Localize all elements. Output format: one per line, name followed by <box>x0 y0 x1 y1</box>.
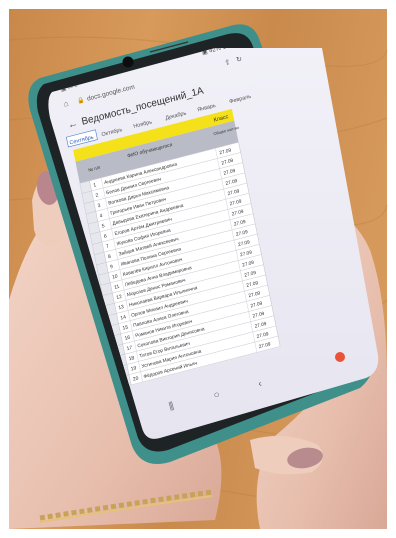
photo-svg: ▣ ✉ ≡ ▣ 42% 17:14 ⌂ 🔒 docs.google.com ⇪ … <box>0 0 396 538</box>
front-camera <box>122 56 134 68</box>
photo-scene: ▣ ✉ ≡ ▣ 42% 17:14 ⌂ 🔒 docs.google.com ⇪ … <box>0 0 396 538</box>
floating-action-button[interactable] <box>335 352 345 362</box>
